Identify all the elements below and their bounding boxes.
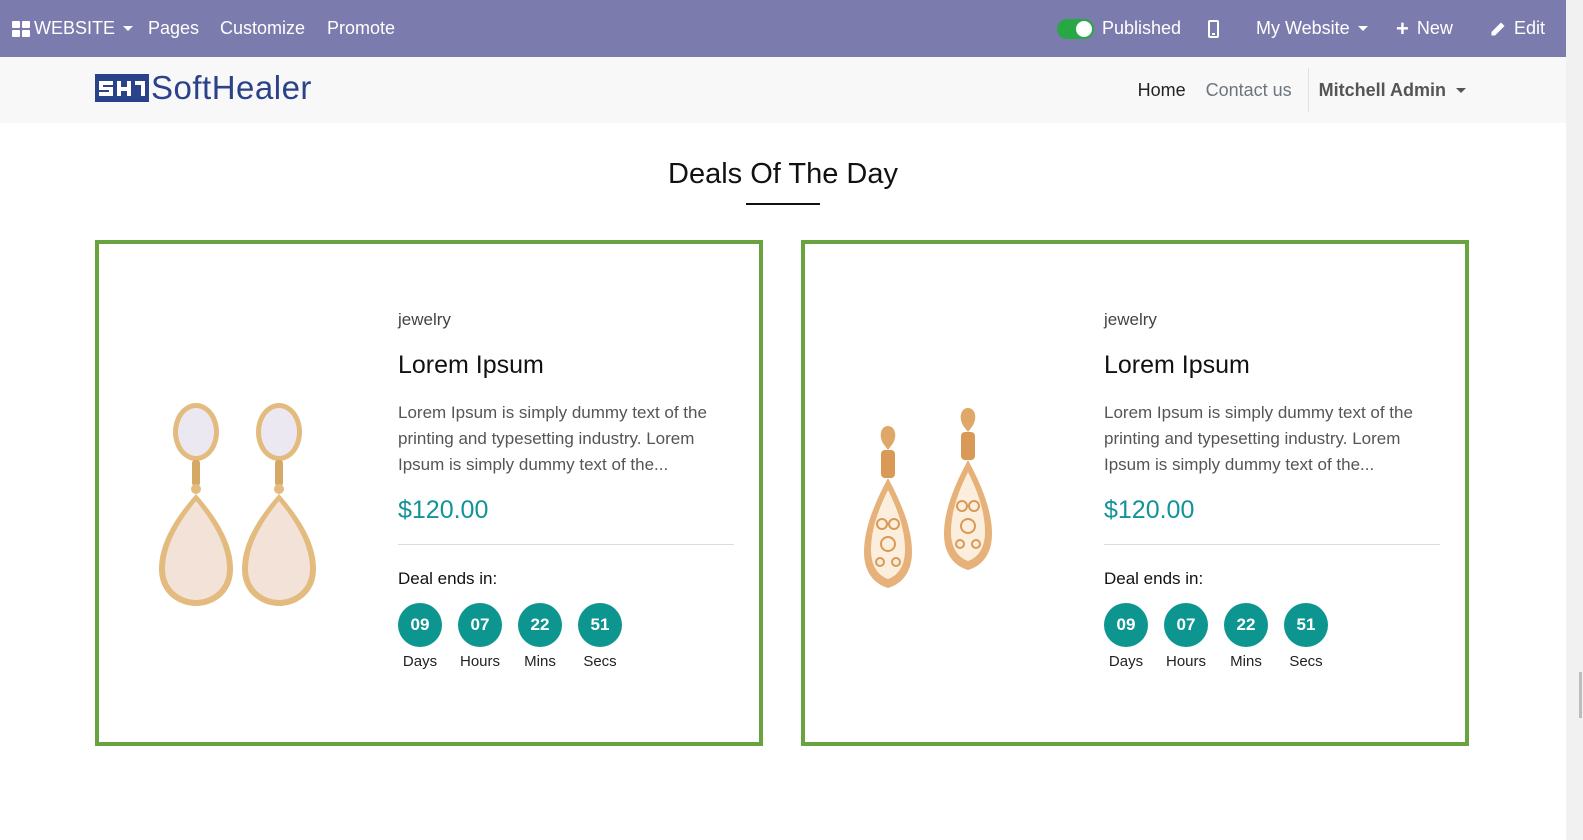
section-title: Deals Of The Day <box>668 158 898 190</box>
countdown-unit: Hours <box>459 653 500 670</box>
customize-menu[interactable]: Customize <box>220 18 305 39</box>
promote-menu[interactable]: Promote <box>327 18 395 39</box>
softhealer-logo-icon <box>95 74 149 102</box>
countdown-value: 07 <box>1164 603 1208 647</box>
countdown-unit: Days <box>1108 653 1144 670</box>
countdown-mins: 22 Mins <box>1224 603 1268 670</box>
countdown-value: 22 <box>518 603 562 647</box>
website-menu[interactable]: WEBSITE <box>12 18 134 39</box>
chevron-down-icon <box>1456 87 1466 93</box>
plus-icon: + <box>1396 15 1409 41</box>
pencil-icon <box>1490 21 1506 37</box>
countdown-unit: Mins <box>524 653 556 670</box>
countdown-days: 09 Days <box>1104 603 1148 670</box>
mobile-phone-icon <box>1208 19 1219 38</box>
deal-title[interactable]: Lorem Ipsum <box>398 351 544 380</box>
chevron-down-icon <box>1357 26 1368 31</box>
divider <box>1104 544 1440 545</box>
user-name: Mitchell Admin <box>1318 79 1446 100</box>
main-nav: Home Contact us Mitchell Admin <box>1128 57 1466 123</box>
pages-menu[interactable]: Pages <box>148 18 199 39</box>
deal-ends-label: Deal ends in: <box>398 569 498 588</box>
edit-label: Edit <box>1514 18 1546 38</box>
published-label: Published <box>1102 18 1182 38</box>
deal-description: Lorem Ipsum is simply dummy text of the … <box>1104 403 1413 474</box>
scrollbar-thumb[interactable] <box>1579 672 1582 718</box>
countdown-value: 51 <box>578 603 622 647</box>
countdown-days: 09 Days <box>398 603 442 670</box>
page-scrollbar[interactable] <box>1566 0 1583 840</box>
countdown-value: 09 <box>398 603 442 647</box>
deal-description: Lorem Ipsum is simply dummy text of the … <box>398 403 707 474</box>
countdown-secs: 51 Secs <box>578 603 622 670</box>
deal-category[interactable]: jewelry <box>1104 310 1157 330</box>
countdown-unit: Secs <box>583 653 617 670</box>
divider <box>398 544 734 545</box>
nav-contact-us[interactable]: Contact us <box>1196 80 1302 101</box>
site-header: SoftHealer Home Contact us Mitchell Admi… <box>0 57 1566 123</box>
countdown-unit: Days <box>402 653 438 670</box>
user-menu[interactable]: Mitchell Admin <box>1319 80 1466 101</box>
edit-button[interactable]: Edit <box>1490 18 1545 39</box>
countdown-value: 07 <box>458 603 502 647</box>
chevron-down-icon <box>123 26 134 31</box>
my-website-menu[interactable]: My Website <box>1256 18 1368 39</box>
website-menu-label: WEBSITE <box>34 18 116 38</box>
countdown-value: 22 <box>1224 603 1268 647</box>
countdown-unit: Secs <box>1289 653 1323 670</box>
logo-text: SoftHealer <box>151 69 312 106</box>
countdown-hours: 07 Hours <box>458 603 502 670</box>
apps-grid-icon <box>12 20 30 37</box>
pearl-drop-earrings-image[interactable] <box>144 399 324 609</box>
countdown-mins: 22 Mins <box>518 603 562 670</box>
countdown-value: 51 <box>1284 603 1328 647</box>
new-button[interactable]: + New <box>1396 15 1453 41</box>
filigree-gold-earrings-image[interactable] <box>850 404 1030 614</box>
countdown-value: 09 <box>1104 603 1148 647</box>
site-logo[interactable]: SoftHealer <box>95 69 312 107</box>
countdown-timer: 09 Days 07 Hours 22 Mins 51 Secs <box>398 603 638 670</box>
title-underline <box>746 203 820 205</box>
deal-card[interactable]: jewelry Lorem Ipsum Lorem Ipsum is simpl… <box>801 240 1469 746</box>
toggle-switch-icon <box>1057 18 1094 39</box>
countdown-secs: 51 Secs <box>1284 603 1328 670</box>
mobile-preview-button[interactable] <box>1208 19 1219 38</box>
deal-price: $120.00 <box>398 496 489 524</box>
nav-divider <box>1307 68 1309 112</box>
deal-price: $120.00 <box>1104 496 1195 524</box>
deal-category[interactable]: jewelry <box>398 310 451 330</box>
countdown-timer: 09 Days 07 Hours 22 Mins 51 Secs <box>1104 603 1344 670</box>
deal-card[interactable]: jewelry Lorem Ipsum Lorem Ipsum is simpl… <box>95 240 763 746</box>
countdown-unit: Mins <box>1230 653 1262 670</box>
published-toggle[interactable]: Published <box>1057 18 1181 39</box>
new-label: New <box>1416 18 1453 38</box>
my-website-label: My Website <box>1256 18 1350 38</box>
countdown-unit: Hours <box>1165 653 1206 670</box>
admin-navbar: WEBSITE Pages Customize Promote Publishe… <box>0 0 1566 57</box>
deal-ends-label: Deal ends in: <box>1104 569 1204 588</box>
nav-home[interactable]: Home <box>1128 80 1196 101</box>
deal-title[interactable]: Lorem Ipsum <box>1104 351 1250 380</box>
countdown-hours: 07 Hours <box>1164 603 1208 670</box>
